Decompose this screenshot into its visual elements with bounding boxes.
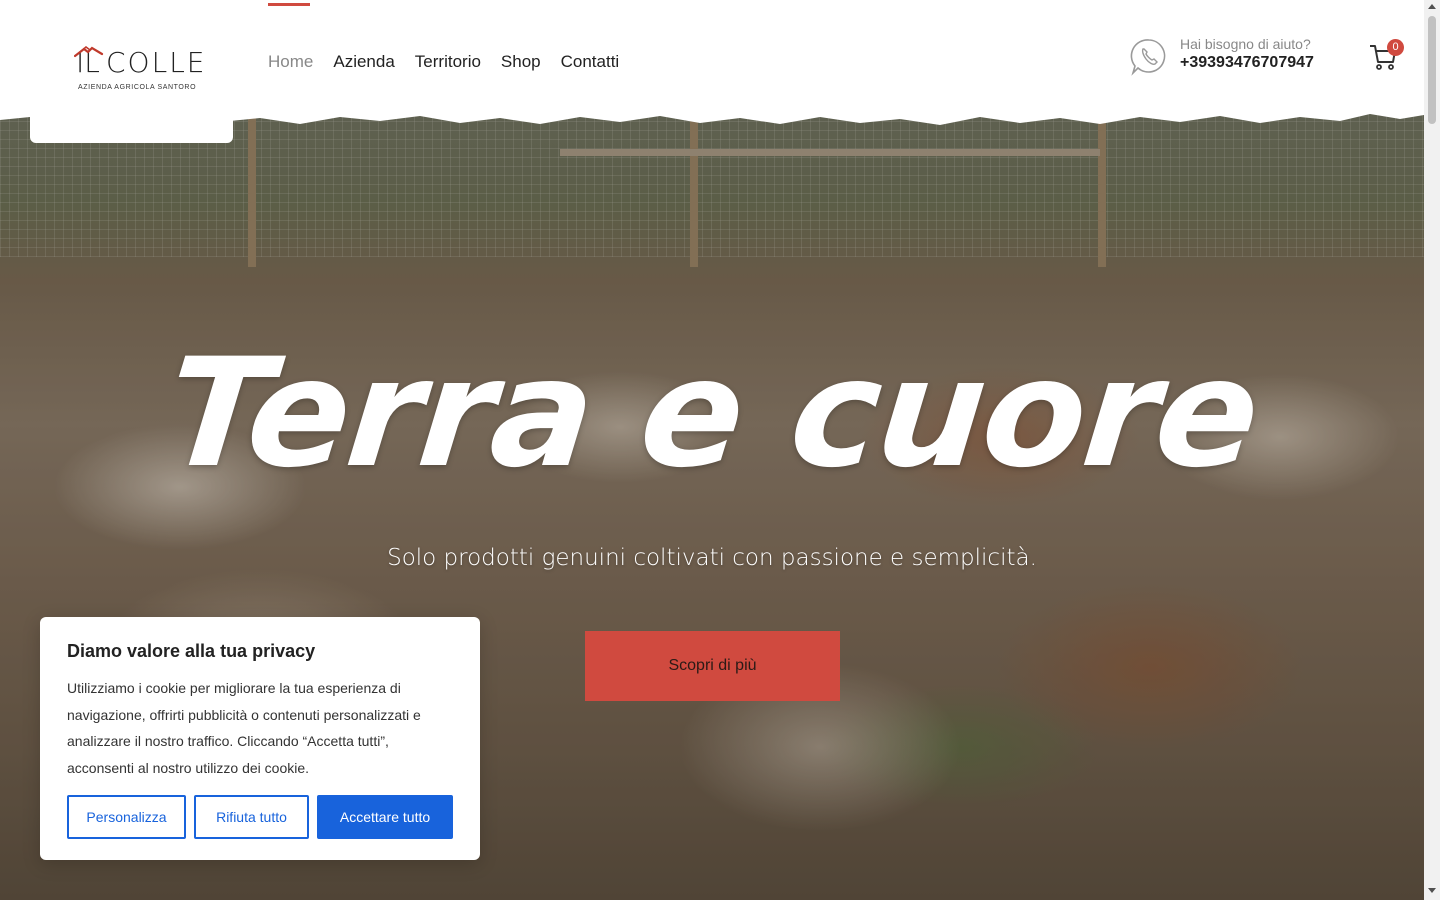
- help-phone[interactable]: +39393476707947: [1180, 54, 1314, 72]
- scroll-thumb[interactable]: [1428, 16, 1436, 124]
- main-nav: Home Azienda Territorio Shop Contatti: [268, 52, 639, 72]
- help-title: Hai bisogno di aiuto?: [1180, 36, 1311, 52]
- logo-text-colle: COLLE: [106, 46, 207, 79]
- nav-item-contatti[interactable]: Contatti: [561, 52, 620, 72]
- logo-roof-icon: [74, 46, 104, 58]
- cookie-reject-button[interactable]: Rifiuta tutto: [194, 795, 309, 839]
- nav-item-azienda[interactable]: Azienda: [333, 52, 394, 72]
- nav-active-indicator: [268, 3, 310, 6]
- nav-item-territorio[interactable]: Territorio: [415, 52, 481, 72]
- cart-count-badge: 0: [1387, 39, 1404, 56]
- logo-tagline: AZIENDA AGRICOLA SANTORO: [78, 84, 197, 91]
- cookie-consent-banner: Diamo valore alla tua privacy Utilizziam…: [40, 617, 480, 860]
- scroll-down-arrow-icon[interactable]: [1428, 888, 1436, 893]
- hero-title: Terra e cuore: [158, 327, 1266, 501]
- whatsapp-icon: [1130, 39, 1166, 76]
- cookie-title: Diamo valore alla tua privacy: [67, 641, 316, 661]
- page-scrollbar[interactable]: [1424, 0, 1440, 900]
- nav-item-home[interactable]: Home: [268, 52, 313, 72]
- cookie-accept-button[interactable]: Accettare tutto: [317, 795, 453, 839]
- cookie-customize-button[interactable]: Personalizza: [67, 795, 186, 839]
- cookie-description: Utilizziamo i cookie per migliorare la t…: [67, 680, 421, 776]
- hero-cta-button[interactable]: Scopri di più: [585, 631, 840, 701]
- scroll-up-arrow-icon[interactable]: [1428, 4, 1436, 9]
- hero-subtitle: Solo prodotti genuini coltivati con pass…: [387, 545, 1037, 571]
- nav-item-shop[interactable]: Shop: [501, 52, 541, 72]
